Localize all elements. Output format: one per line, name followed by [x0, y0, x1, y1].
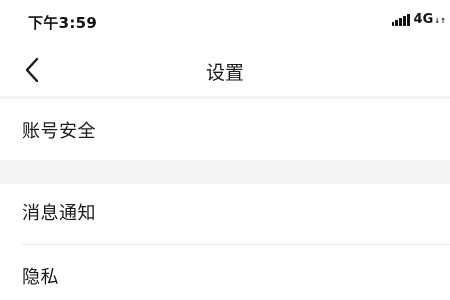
- status-time: 下午3:59: [28, 14, 98, 32]
- settings-item-label: 账号安全: [22, 121, 96, 142]
- group-gap: [0, 160, 450, 184]
- settings-item-label: 隐私: [22, 267, 59, 288]
- nav-bar: 设置: [0, 44, 450, 96]
- network-activity-icon: ↓↑: [434, 17, 446, 25]
- signal-bars-icon: [391, 14, 410, 26]
- settings-item-label: 消息通知: [22, 203, 96, 224]
- settings-screen: 下午3:59 4G ↓↑ 设置 账号安全 消息通知 隐私: [0, 0, 450, 300]
- settings-item-privacy[interactable]: 隐私: [0, 248, 450, 300]
- status-indicators: 4G ↓↑: [391, 12, 446, 27]
- settings-item-notifications[interactable]: 消息通知: [0, 184, 450, 240]
- nav-divider: [0, 96, 450, 99]
- row-separator: [22, 244, 450, 245]
- page-title: 设置: [205, 62, 244, 84]
- network-type: 4G: [413, 12, 434, 27]
- settings-item-account-security[interactable]: 账号安全: [0, 102, 450, 158]
- status-bar: 下午3:59 4G ↓↑: [0, 0, 450, 44]
